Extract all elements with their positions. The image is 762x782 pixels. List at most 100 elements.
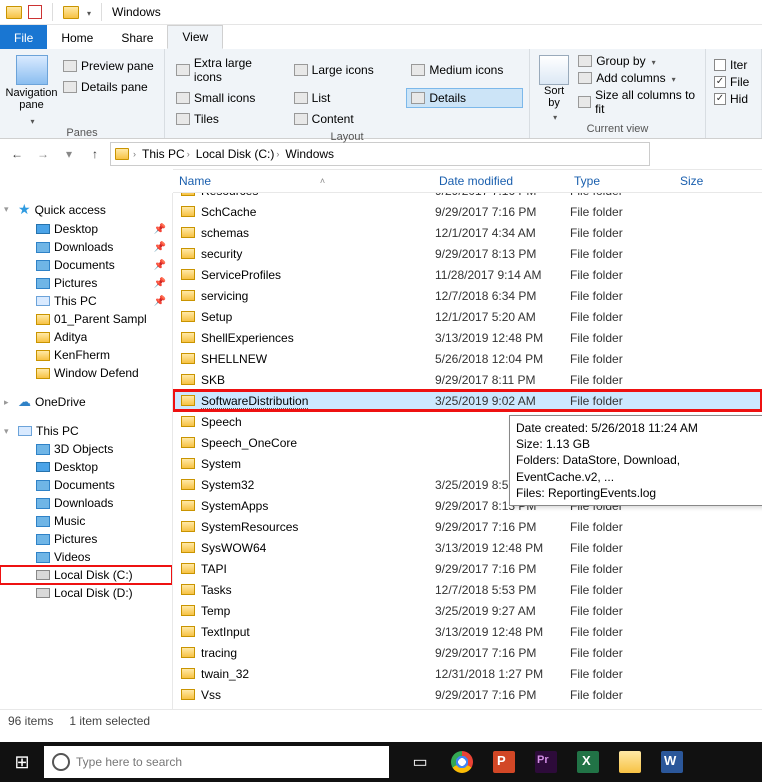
- file-row[interactable]: Tasks12/7/2018 5:53 PMFile folder: [173, 579, 762, 600]
- file-row[interactable]: SKB9/29/2017 8:11 PMFile folder: [173, 369, 762, 390]
- file-row[interactable]: SHELLNEW5/26/2018 12:04 PMFile folder: [173, 348, 762, 369]
- breadcrumb-local-disk[interactable]: Local Disk (C:)›: [194, 147, 282, 161]
- file-row[interactable]: Resources9/29/2017 7:16 PMFile folder: [173, 193, 762, 201]
- layout-content[interactable]: Content: [289, 109, 406, 129]
- nav-window-defend[interactable]: Window Defend: [0, 364, 172, 382]
- nav-desktop[interactable]: Desktop📌: [0, 220, 172, 238]
- navigation-tree[interactable]: ▾★Quick access Desktop📌 Downloads📌 Docum…: [0, 193, 173, 709]
- file-row[interactable]: TextInput3/13/2019 12:48 PMFile folder: [173, 621, 762, 642]
- size-all-columns-button[interactable]: Size all columns to fit: [574, 87, 701, 117]
- file-ext-toggle[interactable]: File: [710, 74, 757, 90]
- file-row[interactable]: Temp3/25/2019 9:27 AMFile folder: [173, 600, 762, 621]
- nav-pictures[interactable]: Pictures📌: [0, 274, 172, 292]
- file-row[interactable]: ServiceProfiles11/28/2017 9:14 AMFile fo…: [173, 264, 762, 285]
- nav-videos[interactable]: Videos: [0, 548, 172, 566]
- nav-onedrive[interactable]: ▸☁OneDrive: [0, 392, 172, 412]
- breadcrumb-this-pc[interactable]: This PC›: [140, 147, 192, 161]
- nav-this-pc[interactable]: ▾This PC: [0, 422, 172, 440]
- taskbar-chrome[interactable]: [441, 742, 483, 782]
- file-row[interactable]: twain_3212/31/2018 1:27 PMFile folder: [173, 663, 762, 684]
- qat-dropdown-icon[interactable]: [85, 5, 91, 19]
- taskbar-word[interactable]: [651, 742, 693, 782]
- taskbar-excel[interactable]: [567, 742, 609, 782]
- status-bar: 96 items 1 item selected: [0, 709, 762, 731]
- layout-small[interactable]: Small icons: [171, 88, 288, 108]
- nav-downloads2[interactable]: Downloads: [0, 494, 172, 512]
- folder-icon: [36, 314, 50, 325]
- qat-save-icon[interactable]: [28, 5, 42, 19]
- navigation-pane-button[interactable]: Navigation pane: [4, 51, 59, 127]
- chrome-icon: [451, 751, 473, 773]
- file-row[interactable]: TAPI9/29/2017 7:16 PMFile folder: [173, 558, 762, 579]
- nav-kenfherm[interactable]: KenFherm: [0, 346, 172, 364]
- column-size[interactable]: Size: [674, 170, 744, 192]
- file-row[interactable]: Vss9/29/2017 7:16 PMFile folder: [173, 684, 762, 705]
- forward-button[interactable]: →: [32, 143, 54, 165]
- file-row[interactable]: tracing9/29/2017 7:16 PMFile folder: [173, 642, 762, 663]
- breadcrumb[interactable]: ›: [131, 149, 138, 159]
- column-name[interactable]: Name˄: [173, 170, 433, 192]
- preview-pane-button[interactable]: Preview pane: [59, 57, 158, 75]
- layout-extra-large[interactable]: Extra large icons: [171, 53, 288, 87]
- up-button[interactable]: ↑: [84, 143, 106, 165]
- nav-music[interactable]: Music: [0, 512, 172, 530]
- nav-pictures2[interactable]: Pictures: [0, 530, 172, 548]
- start-button[interactable]: ⊞: [0, 742, 44, 782]
- file-row[interactable]: Setup12/1/2017 5:20 AMFile folder: [173, 306, 762, 327]
- tab-share[interactable]: Share: [107, 25, 167, 49]
- nav-downloads[interactable]: Downloads📌: [0, 238, 172, 256]
- tab-view[interactable]: View: [167, 25, 223, 49]
- file-row[interactable]: SysWOW643/13/2019 12:48 PMFile folder: [173, 537, 762, 558]
- details-pane-icon: [63, 81, 77, 93]
- file-row[interactable]: ShellExperiences3/13/2019 12:48 PMFile f…: [173, 327, 762, 348]
- file-row[interactable]: SystemResources9/29/2017 7:16 PMFile fol…: [173, 516, 762, 537]
- folder-icon: [36, 332, 50, 343]
- file-row[interactable]: security9/29/2017 8:13 PMFile folder: [173, 243, 762, 264]
- nav-local-disk-d[interactable]: Local Disk (D:): [0, 584, 172, 602]
- recent-button[interactable]: ▾: [58, 143, 80, 165]
- taskbar-premiere[interactable]: [525, 742, 567, 782]
- file-list[interactable]: Resources9/29/2017 7:16 PMFile folderSch…: [173, 193, 762, 709]
- file-row[interactable]: SchCache9/29/2017 7:16 PMFile folder: [173, 201, 762, 222]
- tab-home[interactable]: Home: [47, 25, 107, 49]
- column-type[interactable]: Type: [568, 170, 674, 192]
- tab-file[interactable]: File: [0, 25, 47, 49]
- file-row[interactable]: SoftwareDistribution3/25/2019 9:02 AMFil…: [173, 390, 762, 411]
- layout-medium[interactable]: Medium icons: [406, 53, 523, 87]
- item-checkboxes-toggle[interactable]: Iter: [710, 57, 757, 73]
- layout-tiles[interactable]: Tiles: [171, 109, 288, 129]
- pc-icon: [36, 296, 50, 306]
- layout-details[interactable]: Details: [406, 88, 523, 108]
- file-name: schemas: [201, 226, 435, 240]
- tooltip-line: Files: ReportingEvents.log: [516, 485, 762, 501]
- sort-by-button[interactable]: Sort by: [534, 51, 574, 123]
- breadcrumb-windows[interactable]: Windows: [283, 147, 336, 161]
- file-row[interactable]: schemas12/1/2017 4:34 AMFile folder: [173, 222, 762, 243]
- details-pane-button[interactable]: Details pane: [59, 78, 158, 96]
- group-by-button[interactable]: Group by: [574, 53, 701, 69]
- column-date[interactable]: Date modified: [433, 170, 568, 192]
- address-bar[interactable]: › This PC› Local Disk (C:)› Windows: [110, 142, 650, 166]
- extra-large-icon: [176, 64, 190, 76]
- add-columns-button[interactable]: Add columns: [574, 70, 701, 86]
- nav-desktop2[interactable]: Desktop: [0, 458, 172, 476]
- pin-icon: 📌: [154, 224, 166, 235]
- file-row[interactable]: servicing12/7/2018 6:34 PMFile folder: [173, 285, 762, 306]
- nav-local-disk-c[interactable]: Local Disk (C:): [0, 566, 172, 584]
- layout-list[interactable]: List: [289, 88, 406, 108]
- taskbar-file-explorer[interactable]: [609, 742, 651, 782]
- nav-parent-sampl[interactable]: 01_Parent Sampl: [0, 310, 172, 328]
- nav-documents[interactable]: Documents📌: [0, 256, 172, 274]
- taskbar-powerpoint[interactable]: [483, 742, 525, 782]
- nav-this-pc-pin[interactable]: This PC📌: [0, 292, 172, 310]
- task-view-button[interactable]: ▭: [399, 742, 441, 782]
- nav-aditya[interactable]: Aditya: [0, 328, 172, 346]
- hidden-items-toggle[interactable]: Hid: [710, 91, 757, 107]
- nav-quick-access[interactable]: ▾★Quick access: [0, 199, 172, 220]
- taskbar-search[interactable]: Type here to search: [44, 746, 389, 778]
- nav-3d-objects[interactable]: 3D Objects: [0, 440, 172, 458]
- folder-icon: [36, 368, 50, 379]
- back-button[interactable]: ←: [6, 143, 28, 165]
- nav-documents2[interactable]: Documents: [0, 476, 172, 494]
- layout-large[interactable]: Large icons: [289, 53, 406, 87]
